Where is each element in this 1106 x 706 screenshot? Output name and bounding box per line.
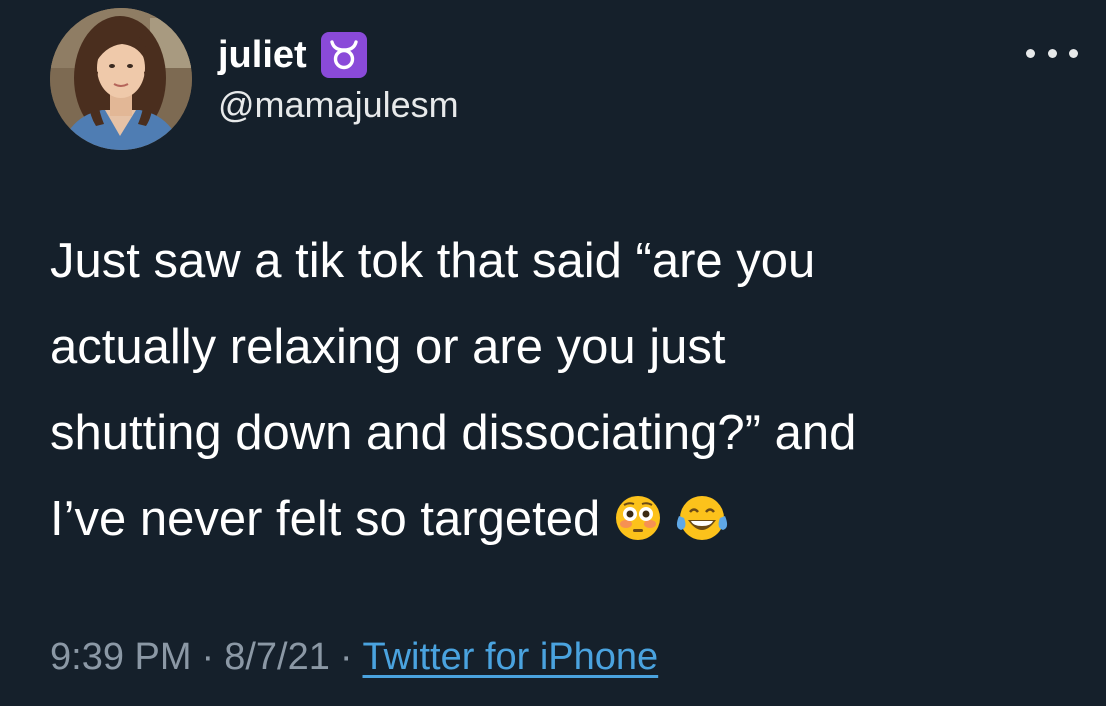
more-icon-dot (1069, 48, 1078, 58)
tweet-card: juliet @mamajulesm Just saw a tik tok th… (0, 0, 1106, 706)
face-with-tears-of-joy-icon (677, 496, 728, 541)
tweet-text-last-line: I’ve never felt so targeted (50, 476, 1080, 562)
avatar[interactable] (50, 8, 192, 150)
meta-separator: · (201, 636, 215, 678)
tweet-text-line: Just saw a tik tok that said “are you (50, 234, 816, 288)
tweet-source-link[interactable]: Twitter for iPhone (363, 636, 659, 679)
meta-separator: · (339, 636, 353, 678)
tweet-date[interactable]: 8/7/21 (224, 636, 330, 679)
tweet-meta: 9:39 PM · 8/7/21 · Twitter for iPhone (50, 636, 658, 679)
emoji-row (614, 494, 728, 542)
tweet-time[interactable]: 9:39 PM (50, 636, 192, 679)
more-icon-dot (1047, 48, 1057, 58)
more-icon (1026, 48, 1035, 58)
tweet-text-line: actually relaxing or are you just (50, 320, 726, 374)
more-options-button[interactable] (1026, 38, 1078, 68)
display-name[interactable]: juliet (218, 34, 307, 77)
tweet-text-line: shutting down and dissociating?” and (50, 406, 857, 460)
flushed-face-icon (616, 496, 661, 541)
author-name-row[interactable]: juliet (218, 30, 367, 80)
user-handle[interactable]: @mamajulesm (218, 84, 459, 126)
tweet-text-line: I’ve never felt so targeted (50, 492, 601, 546)
tweet-text: Just saw a tik tok that said “are you ac… (50, 218, 1080, 562)
taurus-icon (320, 32, 367, 78)
